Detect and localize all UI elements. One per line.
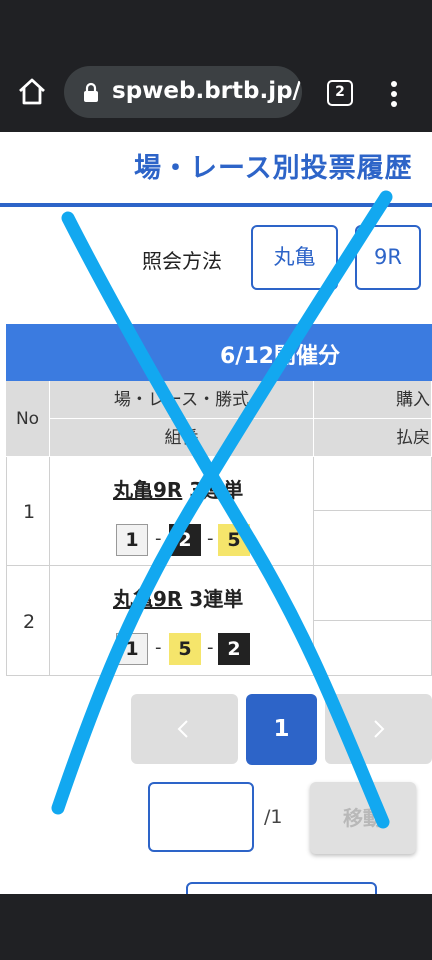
page-total: /1 — [264, 806, 283, 828]
row-number: 2 — [22, 611, 36, 633]
chevron-right-icon — [374, 720, 385, 738]
boat-number-box: 1 — [116, 633, 148, 665]
race-link[interactable]: 丸亀9R — [113, 478, 182, 502]
navigation-bar — [0, 894, 432, 960]
column-header-no: No — [6, 381, 50, 457]
race-link[interactable]: 丸亀9R — [113, 587, 182, 611]
url-text: spweb.brtb.jp/ — [112, 78, 301, 104]
race-select-button[interactable]: 9R — [355, 225, 421, 290]
table-row: 2 — [6, 566, 50, 676]
table-row: 1 — [6, 457, 50, 566]
boat-number-box: 2 — [169, 524, 201, 556]
row-number: 1 — [22, 501, 36, 523]
column-header-purchase: 購入 — [314, 381, 432, 419]
bet-type: 3連単 — [189, 587, 244, 611]
page-number-input[interactable] — [148, 782, 254, 852]
combo-separator: - — [155, 528, 162, 549]
query-method-label: 照会方法 — [142, 249, 222, 273]
page-title: 場・レース別投票履歴 — [134, 153, 413, 184]
bottom-button[interactable] — [186, 882, 377, 894]
purchase-cell — [314, 457, 432, 511]
status-bar — [0, 0, 432, 50]
payout-cell — [314, 621, 432, 676]
boat-number-box: 2 — [218, 633, 250, 665]
more-menu-icon[interactable] — [388, 80, 400, 108]
browser-toolbar: spweb.brtb.jp/ 2 — [0, 50, 432, 132]
combo-separator: - — [207, 637, 214, 658]
home-icon[interactable] — [16, 76, 48, 108]
next-page-button[interactable] — [325, 694, 432, 764]
boat-number-box: 1 — [116, 524, 148, 556]
purchase-cell — [314, 566, 432, 621]
venue-select-button[interactable]: 丸亀 — [251, 225, 338, 290]
date-header-text: 6/12開催分 — [220, 344, 340, 369]
column-header-combination: 組番 — [50, 419, 314, 457]
combo-separator: - — [207, 528, 214, 549]
page-content: 場・レース別投票履歴 照会方法 丸亀 9R 6/12開催分 No 場・レース・勝… — [0, 132, 432, 894]
column-header-payout: 払戻 — [314, 419, 432, 457]
tab-switcher-button[interactable]: 2 — [327, 80, 353, 106]
race-info: 丸亀9R 3連単 — [113, 474, 243, 503]
address-bar[interactable]: spweb.brtb.jp/ — [64, 66, 302, 118]
chevron-left-icon — [177, 720, 188, 738]
boat-number-box: 5 — [218, 524, 250, 556]
prev-page-button[interactable] — [131, 694, 238, 764]
race-info: 丸亀9R 3連単 — [113, 583, 243, 612]
column-header-race-info: 場・レース・勝式 — [50, 381, 314, 419]
payout-cell — [314, 511, 432, 566]
move-button[interactable]: 移動 — [310, 782, 416, 854]
title-divider — [0, 203, 432, 207]
boat-number-box: 5 — [169, 633, 201, 665]
bet-type: 3連単 — [189, 478, 244, 502]
lock-icon — [84, 82, 98, 102]
current-page-button[interactable]: 1 — [246, 694, 317, 765]
date-header: 6/12開催分 — [6, 324, 432, 381]
combo-separator: - — [155, 637, 162, 658]
